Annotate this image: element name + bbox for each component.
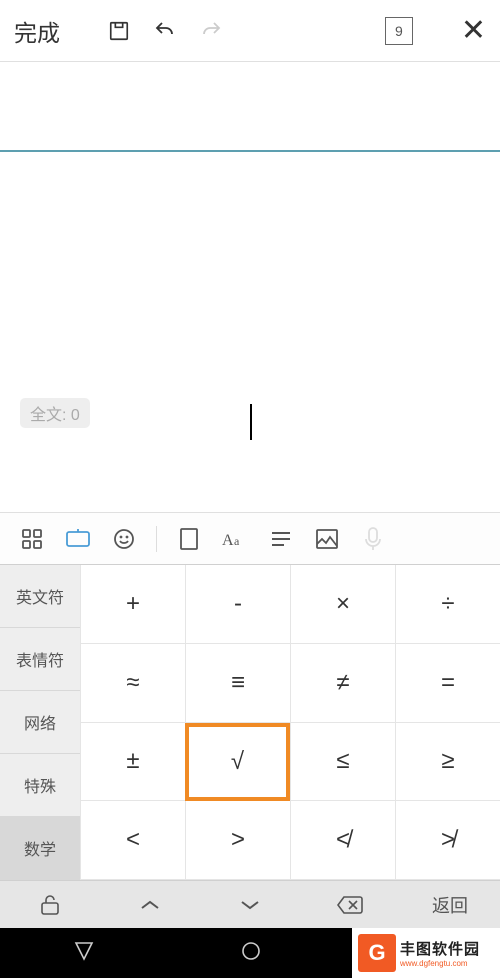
backspace-button[interactable] bbox=[300, 895, 400, 915]
font-icon[interactable]: Aa bbox=[221, 525, 249, 553]
watermark: G 丰图软件园 www.dgfengtu.com bbox=[352, 928, 500, 978]
svg-text:a: a bbox=[234, 534, 240, 548]
symbol-eq[interactable]: = bbox=[395, 644, 500, 723]
text-cursor bbox=[250, 404, 252, 440]
apps-icon[interactable] bbox=[18, 525, 46, 553]
category-english[interactable]: 英文符 bbox=[0, 565, 80, 628]
symbol-ge[interactable]: ≥ bbox=[395, 723, 500, 802]
svg-text:A: A bbox=[222, 532, 234, 549]
document-canvas[interactable]: 全文: 0 bbox=[0, 152, 500, 512]
symbol-sqrt[interactable]: √ bbox=[185, 723, 290, 802]
nav-home-icon[interactable] bbox=[241, 941, 261, 966]
top-toolbar: 完成 9 ✕ bbox=[0, 0, 500, 62]
expand-down-button[interactable] bbox=[200, 898, 300, 912]
symbol-times[interactable]: × bbox=[290, 565, 395, 644]
symbol-gt[interactable]: > bbox=[185, 801, 290, 880]
symbol-grid: + - × ÷ ≈ ≡ ≠ = ± √ ≤ ≥ < > ≮ ≯ bbox=[80, 565, 500, 880]
symbol-equiv[interactable]: ≡ bbox=[185, 644, 290, 723]
symbol-keyboard: 英文符 表情符 网络 特殊 数学 + - × ÷ ≈ ≡ ≠ = ± √ ≤ ≥… bbox=[0, 564, 500, 880]
category-math[interactable]: 数学 bbox=[0, 817, 80, 880]
watermark-title: 丰图软件园 bbox=[400, 938, 480, 959]
redo-icon[interactable] bbox=[198, 18, 224, 44]
category-column: 英文符 表情符 网络 特殊 数学 bbox=[0, 565, 80, 880]
watermark-logo: G bbox=[358, 934, 396, 972]
symbol-approx[interactable]: ≈ bbox=[80, 644, 185, 723]
word-count-badge: 全文: 0 bbox=[20, 398, 90, 428]
toolbar-divider bbox=[156, 526, 157, 552]
symbol-divide[interactable]: ÷ bbox=[395, 565, 500, 644]
symbol-ngt[interactable]: ≯ bbox=[395, 801, 500, 880]
symbol-neq[interactable]: ≠ bbox=[290, 644, 395, 723]
undo-icon[interactable] bbox=[152, 18, 178, 44]
save-icon[interactable] bbox=[106, 18, 132, 44]
emoji-icon[interactable] bbox=[110, 525, 138, 553]
symbol-lt[interactable]: < bbox=[80, 801, 185, 880]
symbol-pm[interactable]: ± bbox=[80, 723, 185, 802]
keyboard-bottom-row: 返回 bbox=[0, 880, 500, 928]
image-icon[interactable] bbox=[313, 525, 341, 553]
lock-toggle-button[interactable] bbox=[0, 894, 100, 916]
category-network[interactable]: 网络 bbox=[0, 691, 80, 754]
symbol-nlt[interactable]: ≮ bbox=[290, 801, 395, 880]
nav-back-icon[interactable] bbox=[74, 941, 94, 966]
category-emoji[interactable]: 表情符 bbox=[0, 628, 80, 691]
page-settings-icon[interactable] bbox=[175, 525, 203, 553]
category-special[interactable]: 特殊 bbox=[0, 754, 80, 817]
collapse-up-button[interactable] bbox=[100, 898, 200, 912]
close-button[interactable]: ✕ bbox=[461, 13, 486, 48]
symbol-le[interactable]: ≤ bbox=[290, 723, 395, 802]
watermark-url: www.dgfengtu.com bbox=[400, 959, 480, 968]
document-header-area bbox=[0, 62, 500, 152]
input-toolbar: Aa bbox=[0, 512, 500, 564]
symbol-plus[interactable]: + bbox=[80, 565, 185, 644]
done-button[interactable]: 完成 bbox=[14, 14, 60, 48]
mic-icon[interactable] bbox=[359, 525, 387, 553]
symbol-minus[interactable]: - bbox=[185, 565, 290, 644]
page-indicator[interactable]: 9 bbox=[385, 17, 413, 45]
paragraph-icon[interactable] bbox=[267, 525, 295, 553]
keyboard-icon[interactable] bbox=[64, 525, 92, 553]
return-button[interactable]: 返回 bbox=[400, 892, 500, 918]
